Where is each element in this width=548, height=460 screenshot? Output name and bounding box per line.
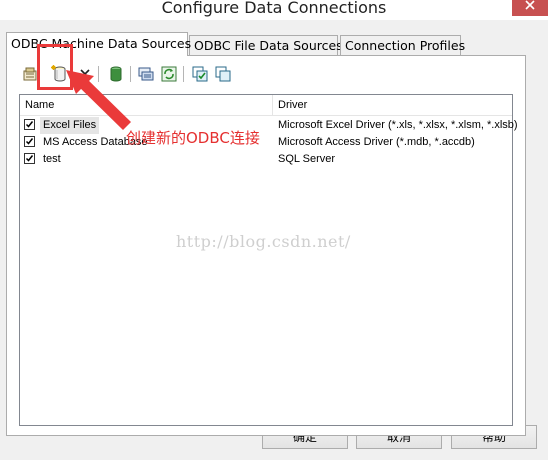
- configure-data-connections-dialog: Configure Data Connections ODBC Machine …: [0, 0, 548, 460]
- annotation-arrow: [66, 70, 131, 130]
- annotation-text: 创建新的ODBC连接: [126, 129, 260, 147]
